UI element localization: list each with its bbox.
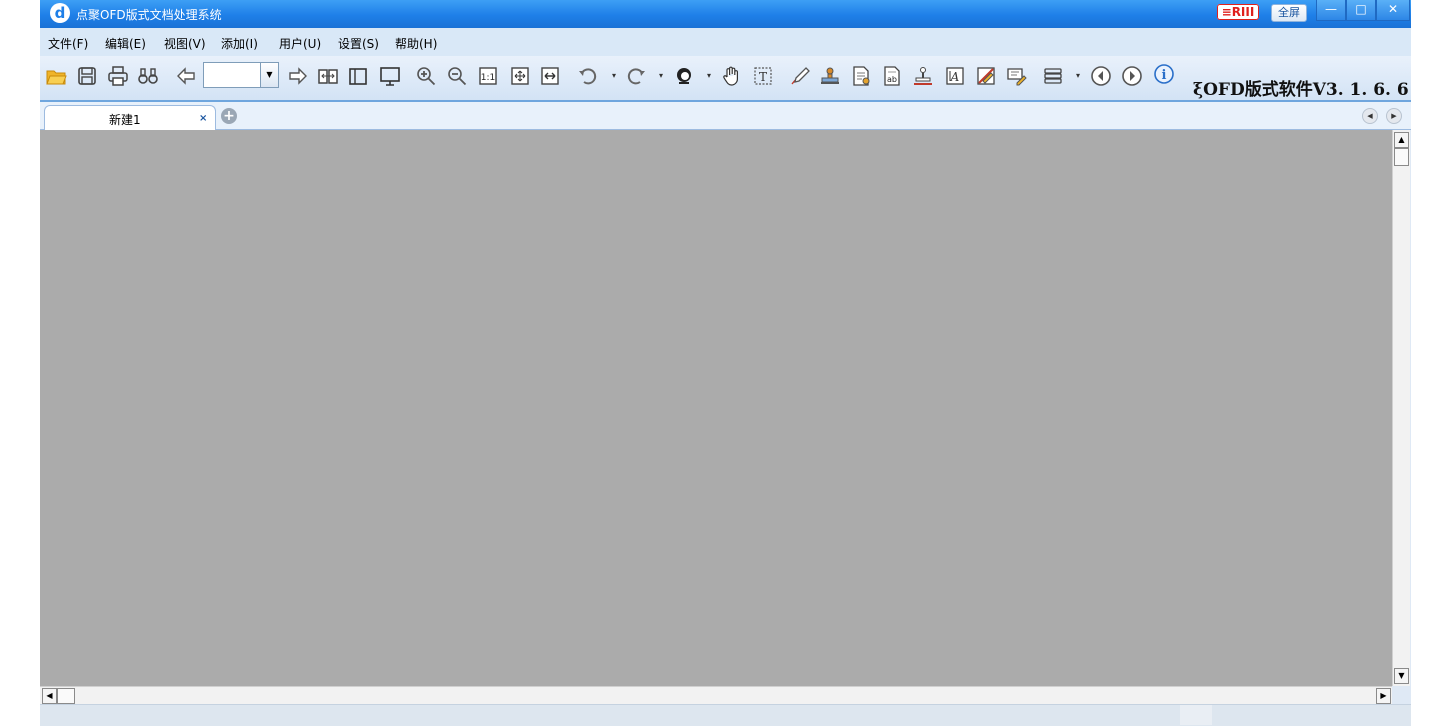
back-icon[interactable] [1089, 64, 1113, 88]
app-logo-icon: d [50, 3, 70, 23]
print-icon[interactable] [106, 64, 130, 88]
horizontal-scrollbar[interactable]: ◀ ▶ [40, 686, 1392, 704]
find-icon[interactable] [136, 64, 160, 88]
menu-file[interactable]: 文件(F) [48, 35, 88, 52]
scroll-right-icon[interactable]: ▶ [1376, 688, 1391, 704]
vertical-scrollbar[interactable]: ▲ ▼ [1392, 130, 1410, 686]
brand-logo: ≡RIII [1217, 4, 1259, 20]
text-annotation-icon[interactable]: A [943, 64, 967, 88]
handwrite-icon[interactable] [788, 64, 812, 88]
page-number-input[interactable] [203, 62, 261, 88]
menu-view[interactable]: 视图(V) [164, 35, 206, 52]
svg-text:i: i [1162, 68, 1167, 83]
scroll-left-icon[interactable]: ◀ [42, 688, 57, 704]
svg-text:1:1: 1:1 [481, 73, 495, 83]
rotate-left-icon[interactable] [576, 64, 600, 88]
close-button[interactable]: ✕ [1376, 0, 1410, 21]
hand-tool-icon[interactable] [720, 64, 744, 88]
title-bar: d 点聚OFD版式文档处理系统 ≡RIII 全屏 — □ ✕ [40, 0, 1411, 28]
single-page-icon[interactable] [346, 64, 370, 88]
menu-help[interactable]: 帮助(H) [395, 35, 437, 52]
user-icon[interactable] [672, 64, 696, 88]
tab-scroll-left-icon[interactable]: ◀ [1362, 108, 1378, 124]
fit-page-icon[interactable] [508, 64, 532, 88]
tab-scroll-right-icon[interactable]: ▶ [1386, 108, 1402, 124]
rotate-right-dropdown-icon[interactable]: ▾ [659, 72, 665, 80]
rotate-right-icon[interactable] [624, 64, 648, 88]
window-title: 点聚OFD版式文档处理系统 [76, 8, 222, 22]
menu-insert[interactable]: 添加(I) [221, 35, 258, 52]
text-select-icon[interactable]: T [751, 64, 775, 88]
tab-strip: 新建1 × + ◀ ▶ [40, 102, 1411, 130]
status-bar [40, 704, 1411, 726]
svg-text:ab: ab [887, 75, 897, 84]
minimize-button[interactable]: — [1316, 0, 1346, 21]
zoom-in-icon[interactable] [414, 64, 438, 88]
menu-user[interactable]: 用户(U) [279, 35, 321, 52]
user-dropdown-icon[interactable]: ▾ [707, 72, 713, 80]
tab-document[interactable]: 新建1 × [44, 105, 216, 130]
version-label: ξOFD版式软件V3. 1. 6. 6 [1193, 80, 1409, 100]
tab-close-icon[interactable]: × [199, 113, 207, 124]
fullscreen-button[interactable]: 全屏 [1271, 4, 1307, 22]
save-icon[interactable] [75, 64, 99, 88]
two-page-icon[interactable] [316, 64, 340, 88]
erase-icon[interactable] [974, 64, 998, 88]
add-tab-icon[interactable]: + [221, 108, 237, 124]
fullscreen-view-icon[interactable] [378, 64, 402, 88]
open-folder-icon[interactable] [44, 64, 68, 88]
seal-icon[interactable] [911, 64, 935, 88]
menu-list-icon[interactable] [1041, 64, 1065, 88]
svg-text:T: T [759, 70, 767, 84]
forward-icon[interactable] [1120, 64, 1144, 88]
actual-size-icon[interactable]: 1:1 [476, 64, 500, 88]
menu-list-dropdown-icon[interactable]: ▾ [1076, 72, 1082, 80]
vertical-scroll-thumb[interactable] [1394, 148, 1409, 166]
fit-width-icon[interactable] [538, 64, 562, 88]
horizontal-scroll-thumb[interactable] [57, 688, 75, 704]
document-canvas[interactable] [40, 130, 1392, 686]
zoom-out-icon[interactable] [445, 64, 469, 88]
svg-text:A: A [950, 70, 960, 84]
scroll-down-icon[interactable]: ▼ [1394, 668, 1409, 684]
prev-page-icon[interactable] [174, 64, 198, 88]
menu-bar: 文件(F) 编辑(E) 视图(V) 添加(I) 用户(U) 设置(S) 帮助(H… [40, 28, 1411, 56]
menu-edit[interactable]: 编辑(E) [105, 35, 146, 52]
next-page-icon[interactable] [286, 64, 310, 88]
edit-note-icon[interactable] [1004, 64, 1028, 88]
rotate-left-dropdown-icon[interactable]: ▾ [612, 72, 618, 80]
maximize-button[interactable]: □ [1346, 0, 1376, 21]
page-dropdown-button[interactable]: ▼ [261, 62, 279, 88]
app-window: d 点聚OFD版式文档处理系统 ≡RIII 全屏 — □ ✕ 文件(F) 编辑(… [40, 0, 1411, 726]
stamp-icon[interactable] [818, 64, 842, 88]
insert-doc-icon[interactable] [849, 64, 873, 88]
status-panel [1180, 705, 1212, 725]
tab-label: 新建1 [109, 113, 141, 127]
info-icon[interactable]: i [1152, 62, 1176, 86]
menu-settings[interactable]: 设置(S) [338, 35, 379, 52]
text-box-icon[interactable]: ab [880, 64, 904, 88]
scroll-up-icon[interactable]: ▲ [1394, 132, 1409, 148]
